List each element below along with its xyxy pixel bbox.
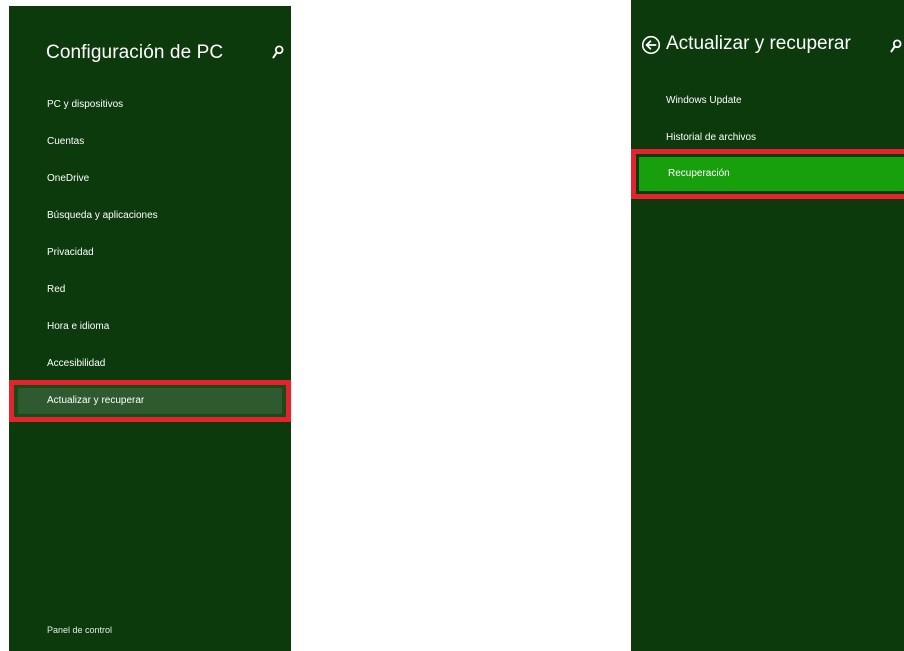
nav-item-accounts[interactable]: Cuentas [9, 123, 291, 160]
nav-item-windows-update[interactable]: Windows Update [631, 82, 904, 119]
nav-item-privacy[interactable]: Privacidad [9, 234, 291, 271]
nav-item-label: Red [47, 284, 66, 295]
update-recovery-title: Actualizar y recuperar [666, 33, 851, 54]
control-panel-link[interactable]: Panel de control [47, 625, 112, 635]
pc-settings-panel: Configuración de PC PC y dispositivos Cu… [9, 6, 291, 651]
nav-item-label: Actualizar y recuperar [47, 395, 145, 406]
nav-item-onedrive[interactable]: OneDrive [9, 160, 291, 197]
nav-item-label: Hora e idioma [47, 321, 110, 332]
nav-item-label: Privacidad [47, 247, 94, 258]
nav-item-label: OneDrive [47, 173, 90, 184]
nav-item-label: Búsqueda y aplicaciones [47, 210, 158, 221]
nav-item-network[interactable]: Red [9, 271, 291, 308]
highlight-frame: Actualizar y recuperar [9, 380, 291, 422]
highlight-frame: Recuperación [631, 149, 904, 199]
back-arrow-circle-icon[interactable] [641, 35, 661, 55]
nav-item-search-apps[interactable]: Búsqueda y aplicaciones [9, 197, 291, 234]
update-recovery-panel: Actualizar y recuperar Windows Update Hi… [631, 0, 904, 651]
nav-item-label: PC y dispositivos [47, 99, 124, 110]
nav-item-recovery[interactable]: Recuperación [639, 157, 904, 191]
update-recovery-nav: Windows Update Historial de archivos [631, 82, 904, 156]
nav-item-pc-devices[interactable]: PC y dispositivos [9, 86, 291, 123]
screenshot-stage: Configuración de PC PC y dispositivos Cu… [0, 0, 904, 651]
nav-item-label: Cuentas [47, 136, 85, 147]
nav-item-update-recovery[interactable]: Actualizar y recuperar [18, 388, 282, 414]
nav-item-time-language[interactable]: Hora e idioma [9, 308, 291, 345]
search-icon[interactable] [272, 45, 284, 59]
nav-item-label: Accesibilidad [47, 358, 106, 369]
pc-settings-title: Configuración de PC [46, 42, 224, 63]
nav-item-label: Recuperación [668, 168, 730, 179]
search-icon[interactable] [890, 39, 902, 53]
pc-settings-nav: PC y dispositivos Cuentas OneDrive Búsqu… [9, 86, 291, 382]
nav-item-accessibility[interactable]: Accesibilidad [9, 345, 291, 382]
